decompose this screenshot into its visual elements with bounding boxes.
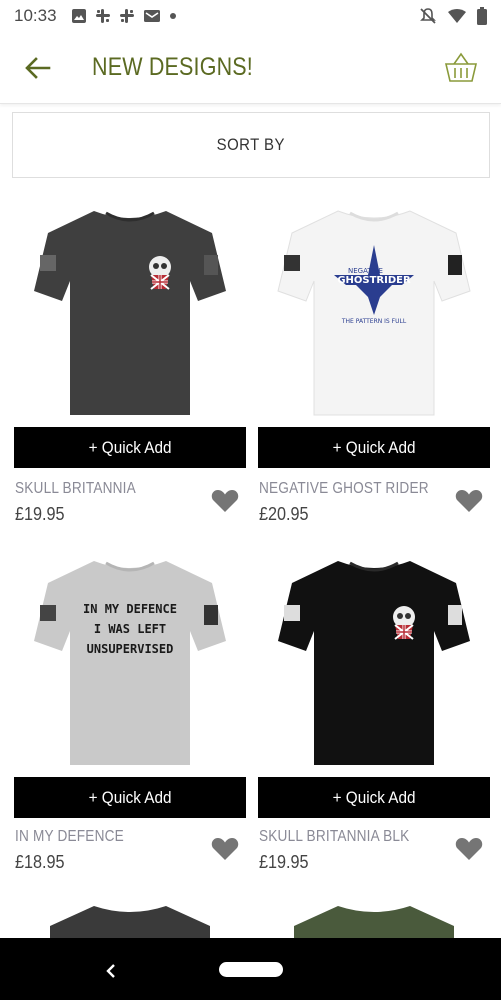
product-card[interactable]: NEGATIVE GHOSTRIDER THE PATTERN IS FULL … (258, 200, 490, 530)
basket-button[interactable] (439, 46, 483, 90)
product-card[interactable]: + Quick Add SKULL BRITANNIA BLK £19.95 (258, 550, 490, 880)
quick-add-button[interactable]: + Quick Add (258, 427, 490, 468)
quick-add-label: + Quick Add (332, 787, 416, 807)
nav-back-icon[interactable] (100, 960, 122, 982)
tshirt-image (278, 561, 470, 765)
design-text-negative: NEGATIVE (348, 267, 383, 275)
sort-by-label: SORT BY (216, 135, 286, 154)
product-name[interactable]: SKULL BRITANNIA (15, 480, 136, 498)
heart-icon (455, 837, 483, 860)
tshirt-image: NEGATIVE GHOSTRIDER THE PATTERN IS FULL (277, 210, 471, 416)
tshirt-body (50, 906, 210, 940)
tshirt-image (34, 211, 226, 415)
battery-icon (477, 7, 487, 25)
image-icon (71, 9, 86, 23)
quick-add-label: + Quick Add (332, 437, 416, 457)
product-card[interactable]: + Quick Add SKULL BRITANNIA £19.95 (14, 200, 246, 530)
page-title: NEW DESIGNS! (92, 53, 253, 81)
quick-add-button[interactable]: + Quick Add (258, 777, 490, 818)
quick-add-button[interactable]: + Quick Add (14, 427, 246, 468)
design-text-line-2: I WAS LEFT (94, 622, 166, 636)
design-text-ghostrider: GHOSTRIDER (337, 275, 411, 286)
slack-icon (119, 9, 134, 23)
product-name[interactable]: IN MY DEFENCE (15, 828, 124, 846)
screen: 10:33 NEW DESIGNS! SORT BY + Quick Add S… (0, 0, 501, 1000)
status-time: 10:33 (14, 6, 57, 25)
status-bar: 10:33 (0, 0, 501, 32)
product-image[interactable] (258, 550, 490, 775)
sort-by-button[interactable]: SORT BY (12, 112, 490, 178)
design-text-line-3: UNSUPERVISED (87, 642, 174, 656)
status-icons-right (419, 7, 487, 25)
product-price: £19.95 (259, 852, 309, 872)
status-icons-left (71, 8, 177, 24)
tshirt-body (34, 211, 226, 415)
product-price: £19.95 (15, 504, 65, 524)
product-card-partial[interactable] (258, 900, 490, 940)
product-image[interactable]: IN MY DEFENCE I WAS LEFT UNSUPERVISED (14, 550, 246, 775)
notifications-off-icon (420, 8, 436, 24)
tshirt-body (34, 561, 226, 765)
slack-icon (95, 9, 110, 23)
product-image[interactable] (14, 200, 246, 425)
tshirt-body (294, 906, 454, 940)
favorite-button[interactable] (454, 486, 484, 514)
product-name[interactable]: SKULL BRITANNIA BLK (259, 828, 409, 846)
mail-icon (143, 10, 160, 22)
heart-icon (455, 489, 483, 512)
product-price: £20.95 (259, 504, 309, 524)
tshirt-image (294, 906, 454, 940)
quick-add-label: + Quick Add (88, 437, 172, 457)
arrow-back-icon (25, 56, 51, 79)
product-name[interactable]: NEGATIVE GHOST RIDER (259, 480, 429, 498)
back-button[interactable] (12, 42, 64, 94)
tshirt-image: IN MY DEFENCE I WAS LEFT UNSUPERVISED (34, 561, 226, 765)
text-design: IN MY DEFENCE I WAS LEFT UNSUPERVISED (83, 602, 177, 656)
favorite-button[interactable] (210, 834, 240, 862)
basket-icon (444, 52, 478, 82)
tshirt-image (50, 906, 210, 940)
home-pill-icon[interactable] (218, 961, 283, 977)
product-image[interactable]: NEGATIVE GHOSTRIDER THE PATTERN IS FULL (258, 200, 490, 425)
quick-add-button[interactable]: + Quick Add (14, 777, 246, 818)
heart-icon (211, 489, 239, 512)
favorite-button[interactable] (210, 486, 240, 514)
quick-add-label: + Quick Add (88, 787, 172, 807)
app-bar: NEW DESIGNS! (0, 32, 501, 104)
tshirt-body (278, 561, 470, 765)
dot-icon (169, 13, 176, 19)
product-price: £18.95 (15, 852, 65, 872)
heart-icon (211, 837, 239, 860)
wifi-icon (448, 9, 466, 23)
design-text-line-1: IN MY DEFENCE (83, 602, 177, 616)
design-text-pattern: THE PATTERN IS FULL (341, 318, 407, 325)
product-card-partial[interactable] (14, 900, 246, 940)
favorite-button[interactable] (454, 834, 484, 862)
system-nav-bar (0, 938, 501, 1000)
product-card[interactable]: IN MY DEFENCE I WAS LEFT UNSUPERVISED + … (14, 550, 246, 880)
